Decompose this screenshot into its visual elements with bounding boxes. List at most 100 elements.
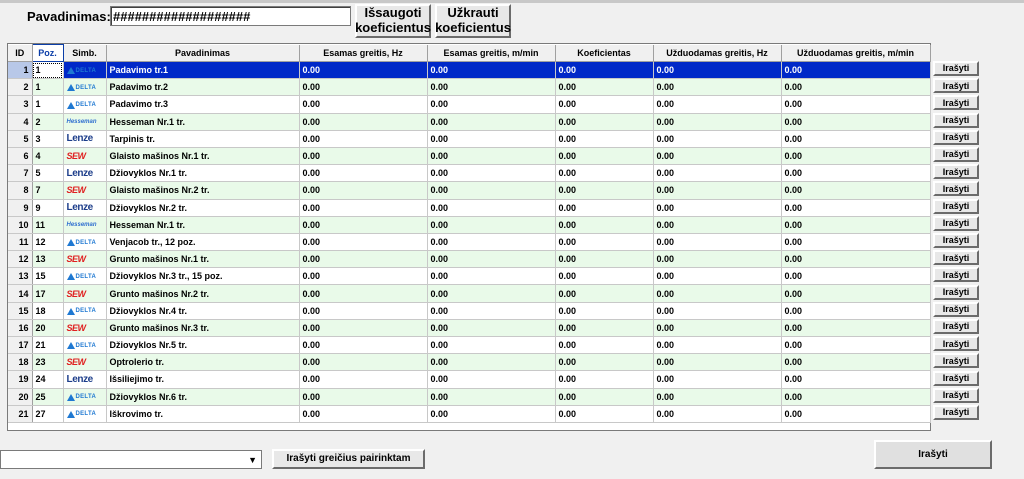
row-name[interactable]: Hesseman Nr.1 tr. (106, 113, 300, 131)
row-position[interactable]: 1 (32, 95, 64, 114)
row-set-mmin[interactable]: 0.00 (781, 319, 931, 338)
poz-header[interactable]: Poz. (31, 44, 64, 62)
row-position[interactable]: 3 (32, 130, 64, 148)
row-position[interactable]: 13 (32, 250, 64, 269)
row-write-button[interactable]: Irašyti (933, 250, 979, 266)
row-write-button[interactable]: Irašyti (933, 215, 979, 231)
row-set-hz[interactable]: 0.00 (653, 302, 782, 320)
row-set-mmin[interactable]: 0.00 (781, 302, 931, 320)
row-set-mmin[interactable]: 0.00 (781, 199, 931, 217)
row-name[interactable]: Tarpinis tr. (106, 130, 300, 148)
row-name[interactable]: Džiovyklos Nr.6 tr. (106, 388, 300, 406)
row-name[interactable]: Džiovyklos Nr.1 tr. (106, 164, 300, 183)
load-coefficients-button[interactable]: Užkrauti koeficientus (435, 4, 511, 38)
row-set-hz[interactable]: 0.00 (653, 370, 782, 389)
row-position[interactable]: 15 (32, 267, 64, 286)
name-input[interactable] (110, 6, 351, 26)
table-row[interactable]: 10 11 Hesseman Hesseman Nr.1 tr. 0.00 0.00 0.0… (8, 216, 931, 234)
row-coefficient[interactable]: 0.00 (555, 405, 654, 423)
row-coefficient[interactable]: 0.00 (555, 267, 654, 286)
row-set-hz[interactable]: 0.00 (653, 130, 782, 148)
row-write-button[interactable]: Irašyti (933, 78, 979, 94)
table-row[interactable]: 11 12 DELTA Venjacob tr., 12 poz. 0.00 0.00 0.… (8, 233, 931, 252)
row-write-button[interactable]: Irašyti (933, 147, 979, 162)
row-set-mmin[interactable]: 0.00 (781, 405, 931, 423)
row-set-hz[interactable]: 0.00 (653, 181, 782, 200)
table-row[interactable]: 14 17 SEW Grunto mašinos Nr.2 tr. 0.00 0.00 0.… (8, 284, 931, 303)
row-name[interactable]: Glaisto mašinos Nr.1 tr. (106, 147, 300, 166)
row-set-hz[interactable]: 0.00 (653, 61, 782, 80)
row-name[interactable]: Grunto mašinos Nr.2 tr. (106, 284, 300, 303)
row-name[interactable]: Išsiliejimo tr. (106, 370, 300, 389)
table-row[interactable]: 18 23 SEW Optrolerio tr. 0.00 0.00 0.00 0.00 0.0… (8, 353, 931, 372)
row-position[interactable]: 23 (32, 353, 64, 372)
table-row[interactable]: 13 15 DELTA Džiovyklos Nr.3 tr., 15 poz. 0.0… (8, 267, 931, 286)
write-button[interactable]: Irašyti (874, 440, 992, 469)
row-position[interactable]: 11 (32, 216, 64, 234)
row-coefficient[interactable]: 0.00 (555, 216, 654, 234)
table-row[interactable]: 16 20 SEW Grunto mašinos Nr.3 tr. 0.00 0.00 0.… (8, 319, 931, 338)
row-coefficient[interactable]: 0.00 (555, 113, 654, 131)
row-write-button[interactable]: Irašyti (933, 61, 979, 76)
current-speed-mmin-header[interactable]: Esamas greitis, m/min (427, 44, 556, 62)
row-set-mmin[interactable]: 0.00 (781, 95, 931, 114)
table-row[interactable]: 17 21 DELTA Džiovyklos Nr.5 tr. 0.00 0.00 0.00… (8, 336, 931, 355)
row-set-hz[interactable]: 0.00 (653, 284, 782, 303)
row-set-hz[interactable]: 0.00 (653, 405, 782, 423)
row-set-mmin[interactable]: 0.00 (781, 233, 931, 252)
row-write-button[interactable]: Irašyti (933, 387, 979, 403)
row-position[interactable]: 21 (32, 336, 64, 355)
row-position[interactable]: 9 (32, 199, 64, 217)
table-row[interactable]: 8 7 SEW Glaisto mašinos Nr.2 tr. 0.00 0.00 0.0… (8, 181, 931, 200)
row-set-hz[interactable]: 0.00 (653, 267, 782, 286)
row-set-hz[interactable]: 0.00 (653, 147, 782, 166)
table-row[interactable]: 21 27 DELTA Iškrovimo tr. 0.00 0.00 0.00 0.00 0.… (8, 405, 931, 423)
row-position[interactable]: 1 (32, 61, 64, 80)
row-write-button[interactable]: Irašyti (933, 405, 979, 420)
row-set-hz[interactable]: 0.00 (653, 113, 782, 131)
row-name[interactable]: Optrolerio tr. (106, 353, 300, 372)
row-set-mmin[interactable]: 0.00 (781, 370, 931, 389)
table-row[interactable]: 15 18 DELTA Džiovyklos Nr.4 tr. 0.00 0.00 0.00… (8, 302, 931, 320)
drive-select-dropdown[interactable]: ▼ (0, 450, 262, 469)
row-write-button[interactable]: Irašyti (933, 353, 979, 369)
row-position[interactable]: 5 (32, 164, 64, 183)
row-set-hz[interactable]: 0.00 (653, 388, 782, 406)
row-set-mmin[interactable]: 0.00 (781, 164, 931, 183)
row-coefficient[interactable]: 0.00 (555, 95, 654, 114)
row-coefficient[interactable]: 0.00 (555, 370, 654, 389)
row-coefficient[interactable]: 0.00 (555, 78, 654, 97)
row-coefficient[interactable]: 0.00 (555, 147, 654, 166)
row-write-button[interactable]: Irašyti (933, 267, 979, 283)
save-coefficients-button[interactable]: Išsaugoti koeficientus (355, 4, 431, 38)
row-name[interactable]: Padavimo tr.2 (106, 78, 300, 97)
row-coefficient[interactable]: 0.00 (555, 388, 654, 406)
row-name[interactable]: Džiovyklos Nr.4 tr. (106, 302, 300, 320)
row-write-button[interactable]: Irašyti (933, 164, 979, 180)
row-write-button[interactable]: Irašyti (933, 319, 979, 334)
current-speed-hz-header[interactable]: Esamas greitis, Hz (299, 44, 428, 62)
table-row[interactable]: 6 4 SEW Glaisto mašinos Nr.1 tr. 0.00 0.00 0.0… (8, 147, 931, 166)
row-set-mmin[interactable]: 0.00 (781, 353, 931, 372)
row-name[interactable]: Padavimo tr.3 (106, 95, 300, 114)
row-name[interactable]: Džiovyklos Nr.5 tr. (106, 336, 300, 355)
table-row[interactable]: 12 13 SEW Grunto mašinos Nr.1 tr. 0.00 0.00 0.… (8, 250, 931, 269)
row-set-hz[interactable]: 0.00 (653, 216, 782, 234)
row-position[interactable]: 18 (32, 302, 64, 320)
symbol-header[interactable]: Simb. (63, 44, 107, 62)
row-write-button[interactable]: Irašyti (933, 336, 979, 352)
row-set-mmin[interactable]: 0.00 (781, 388, 931, 406)
row-coefficient[interactable]: 0.00 (555, 319, 654, 338)
table-row[interactable]: 9 9 Lenze Džiovyklos Nr.2 tr. 0.00 0.00 0.00 0.… (8, 199, 931, 217)
row-position[interactable]: 7 (32, 181, 64, 200)
table-row[interactable]: 4 2 Hesseman Hesseman Nr.1 tr. 0.00 0.00 0.00 0… (8, 113, 931, 131)
row-name[interactable]: Venjacob tr., 12 poz. (106, 233, 300, 252)
coefficient-header[interactable]: Koeficientas (555, 44, 654, 62)
row-coefficient[interactable]: 0.00 (555, 250, 654, 269)
row-coefficient[interactable]: 0.00 (555, 199, 654, 217)
row-set-hz[interactable]: 0.00 (653, 336, 782, 355)
row-write-button[interactable]: Irašyti (933, 112, 979, 128)
row-set-hz[interactable]: 0.00 (653, 164, 782, 183)
row-coefficient[interactable]: 0.00 (555, 181, 654, 200)
table-row[interactable]: 20 25 DELTA Džiovyklos Nr.6 tr. 0.00 0.00 0.00… (8, 388, 931, 406)
